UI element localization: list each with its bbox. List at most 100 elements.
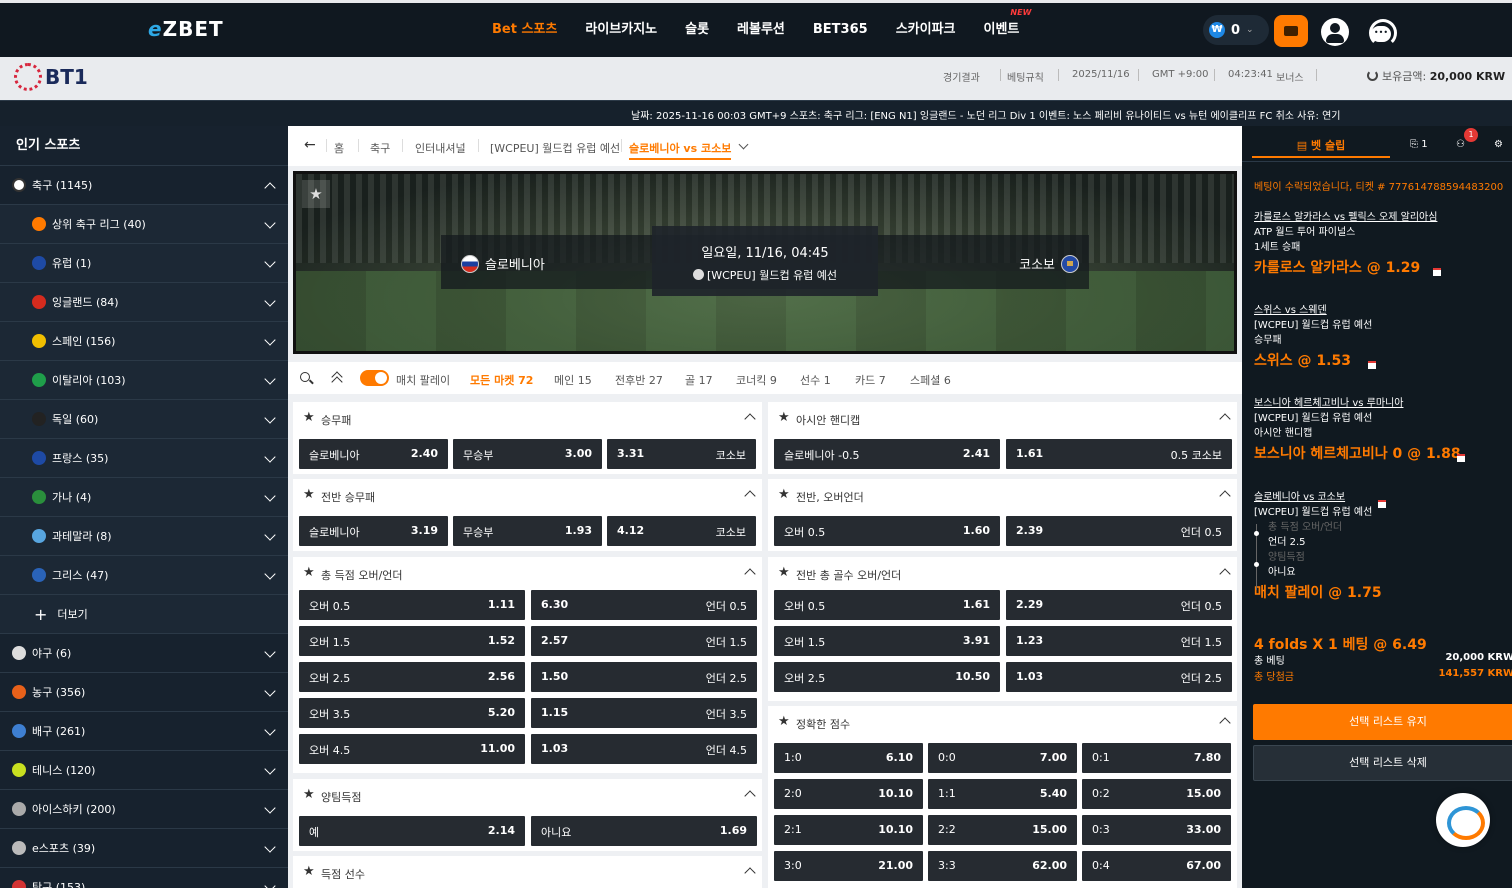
odds-button[interactable]: 오버 4.5 11.00 xyxy=(299,734,525,764)
keep-selection-button[interactable]: 선택 리스트 유지 xyxy=(1253,704,1512,740)
sidebar-item-league[interactable]: 그리스 (47) xyxy=(0,556,288,595)
odds-button[interactable]: 오버 0.5 1.11 xyxy=(299,590,525,620)
odds-button[interactable]: 오버 1.5 3.91 xyxy=(774,626,1000,656)
odds-button[interactable]: 오버 3.5 5.20 xyxy=(299,698,525,728)
odds-button[interactable]: 오버 1.5 1.52 xyxy=(299,626,525,656)
breadcrumb-league[interactable]: [WCPEU] 월드컵 유럽 예선 xyxy=(490,140,620,156)
tab-bet-slip[interactable]: ▤ 벳 슬립 xyxy=(1252,126,1390,158)
sidebar-item-sport[interactable]: e스포츠 (39) xyxy=(0,829,288,868)
tab-market-7[interactable]: 스페셜 6 xyxy=(910,372,951,388)
breadcrumb-match[interactable]: 슬로베니아 vs 코소보 xyxy=(629,140,732,160)
sidebar-item-league[interactable]: 스페인 (156) xyxy=(0,322,288,361)
market-header[interactable]: ★ 득점 선수 xyxy=(293,856,762,888)
odds-button[interactable]: 예 2.14 xyxy=(299,816,525,846)
odds-button[interactable]: 오버 2.5 2.56 xyxy=(299,662,525,692)
collapse-all-icon[interactable] xyxy=(330,371,344,385)
nav-item-2[interactable]: 슬롯 xyxy=(671,3,723,57)
sidebar-item-league[interactable]: 독일 (60) xyxy=(0,400,288,439)
sidebar-item-sport[interactable]: 테니스 (120) xyxy=(0,751,288,790)
search-icon[interactable] xyxy=(300,372,310,382)
odds-button[interactable]: 2:2 15.00 xyxy=(928,815,1077,845)
odds-button[interactable]: 2:0 10.10 xyxy=(774,779,923,809)
star-icon[interactable]: ★ xyxy=(778,565,790,580)
delete-selection-button[interactable]: 선택 리스트 삭제 xyxy=(1253,745,1512,781)
floating-ezbet-icon[interactable] xyxy=(1436,793,1490,847)
star-icon[interactable]: ★ xyxy=(778,410,790,425)
breadcrumb-home[interactable]: 홈 xyxy=(334,140,344,156)
market-header[interactable]: ★ 총 득점 오버/언더 xyxy=(293,557,762,589)
sidebar-item-league[interactable]: 이탈리아 (103) xyxy=(0,361,288,400)
nav-item-4[interactable]: BET365 xyxy=(799,3,882,57)
tab-market-1[interactable]: 메인 15 xyxy=(554,372,592,388)
ticket-icon[interactable]: ⎘ 1 xyxy=(1410,139,1428,150)
sidebar-item-sport[interactable]: 아이스하키 (200) xyxy=(0,790,288,829)
sidebar-item-league[interactable]: 유럽 (1) xyxy=(0,244,288,283)
breadcrumb-category[interactable]: 인터내셔널 xyxy=(415,140,466,156)
sidebar-item-sport[interactable]: 탁구 (153) xyxy=(0,868,288,888)
sidebar-item-league[interactable]: 프랑스 (35) xyxy=(0,439,288,478)
star-icon[interactable]: ★ xyxy=(303,864,315,879)
user-bets-icon[interactable]: ⚇ xyxy=(1456,139,1465,150)
wallet-dropdown[interactable]: ₩ 0 ⌄ xyxy=(1203,15,1269,45)
tab-market-5[interactable]: 선수 1 xyxy=(800,372,831,388)
odds-button[interactable]: 0:0 7.00 xyxy=(928,743,1077,773)
tab-market-2[interactable]: 전후반 27 xyxy=(615,372,663,388)
chevron-up-icon[interactable] xyxy=(1219,568,1231,580)
chevron-up-icon[interactable] xyxy=(744,413,756,425)
sidebar-item-sport[interactable]: 야구 (6) xyxy=(0,634,288,673)
sidebar-item-league[interactable]: 과테말라 (8) xyxy=(0,517,288,556)
nav-item-1[interactable]: 라이브카지노 xyxy=(571,3,671,57)
odds-button[interactable]: 오버 0.5 1.61 xyxy=(774,590,1000,620)
chevron-up-icon[interactable] xyxy=(1219,717,1231,729)
star-icon[interactable]: ★ xyxy=(303,487,315,502)
ezbet-logo[interactable]: eZBET xyxy=(148,17,224,41)
odds-button[interactable]: 무승부 3.00 xyxy=(453,439,602,469)
odds-button[interactable]: 오버 2.5 10.50 xyxy=(774,662,1000,692)
chevron-up-icon[interactable] xyxy=(744,490,756,502)
odds-button[interactable]: 1.23 언더 1.5 xyxy=(1006,626,1232,656)
market-header[interactable]: ★ 전반, 오버언더 xyxy=(768,479,1237,511)
selection-match-link[interactable]: 카를로스 알카라스 vs 펠릭스 오제 알리아심 xyxy=(1254,210,1437,225)
odds-button[interactable]: 1.50 언더 2.5 xyxy=(531,662,757,692)
odds-button[interactable]: 3.31 코소보 xyxy=(607,439,756,469)
nav-item-5[interactable]: 스카이파크 xyxy=(882,3,970,57)
market-header[interactable]: ★ 전반 승무패 xyxy=(293,479,762,511)
odds-button[interactable]: 0:3 33.00 xyxy=(1082,815,1231,845)
odds-button[interactable]: 1:0 6.10 xyxy=(774,743,923,773)
chevron-up-icon[interactable] xyxy=(1219,413,1231,425)
back-arrow-icon[interactable]: ← xyxy=(304,137,316,153)
sidebar-more[interactable]: + 더보기 xyxy=(0,595,288,634)
chevron-up-icon[interactable] xyxy=(744,568,756,580)
selection-match-link[interactable]: 슬로베니아 vs 코소보 xyxy=(1254,490,1382,505)
market-header[interactable]: ★ 양팀득점 xyxy=(293,779,762,811)
odds-button[interactable]: 슬로베니아 3.19 xyxy=(299,516,448,546)
odds-button[interactable]: 6.30 언더 0.5 xyxy=(531,590,757,620)
selection-match-link[interactable]: 스위스 vs 스웨덴 xyxy=(1254,303,1372,318)
odds-button[interactable]: 2.57 언더 1.5 xyxy=(531,626,757,656)
sidebar-item-sport[interactable]: 배구 (261) xyxy=(0,712,288,751)
sidebar-item-sport[interactable]: 농구 (356) xyxy=(0,673,288,712)
star-icon[interactable]: ★ xyxy=(778,714,790,729)
chevron-up-icon[interactable] xyxy=(1219,490,1231,502)
chevron-up-icon[interactable] xyxy=(744,790,756,802)
sidebar-item-league[interactable]: 잉글랜드 (84) xyxy=(0,283,288,322)
market-header[interactable]: ★ 승무패 xyxy=(293,402,762,434)
odds-button[interactable]: 슬로베니아 2.40 xyxy=(299,439,448,469)
star-icon[interactable]: ★ xyxy=(303,787,315,802)
star-icon[interactable]: ★ xyxy=(303,565,315,580)
rules-link[interactable]: 베팅규칙 xyxy=(1007,69,1044,84)
odds-button[interactable]: 1.03 언더 4.5 xyxy=(531,734,757,764)
sidebar-item-league[interactable]: 가나 (4) xyxy=(0,478,288,517)
nav-item-0[interactable]: Bet 스포츠 xyxy=(478,3,571,57)
odds-button[interactable]: 0:4 67.00 xyxy=(1082,851,1231,881)
refresh-icon[interactable] xyxy=(1367,70,1378,81)
results-link[interactable]: 경기결과 xyxy=(943,69,980,84)
user-icon[interactable] xyxy=(1321,18,1349,46)
tab-market-4[interactable]: 코너킥 9 xyxy=(736,372,777,388)
odds-button[interactable]: 4.12 코소보 xyxy=(607,516,756,546)
sidebar-item-soccer[interactable]: 축구 (1145) xyxy=(0,166,288,205)
balance-display[interactable]: 보유금액: 20,000 KRW xyxy=(1367,68,1505,84)
breadcrumb-sport[interactable]: 축구 xyxy=(370,140,390,156)
odds-button[interactable]: 1:1 5.40 xyxy=(928,779,1077,809)
chevron-up-icon[interactable] xyxy=(744,867,756,879)
